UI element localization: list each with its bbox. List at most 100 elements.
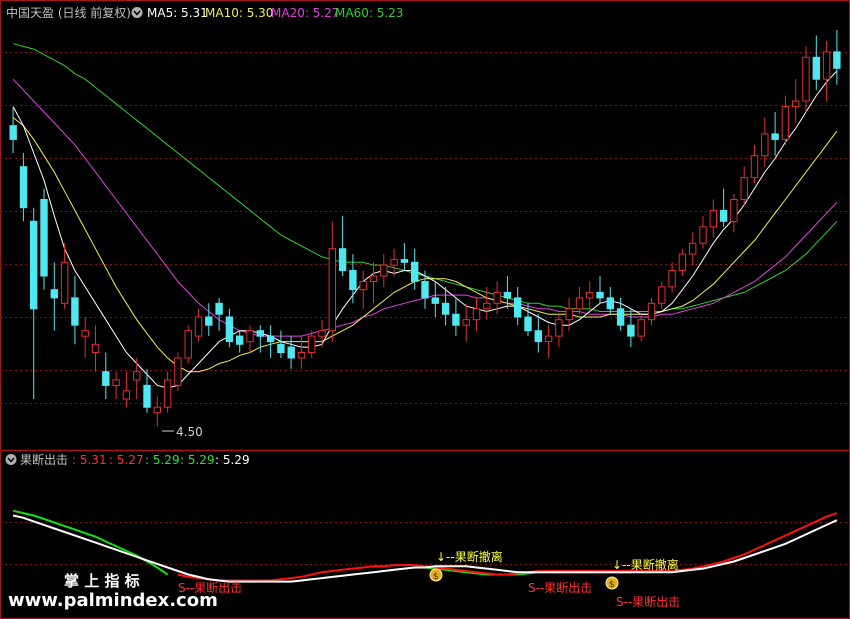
candle (174, 352, 182, 391)
ma10-value: MA10: 5.30 (205, 6, 273, 20)
candle-body (390, 259, 398, 266)
candle-body (524, 316, 532, 332)
candle (771, 112, 779, 156)
candle (678, 248, 687, 276)
candle-body (81, 330, 89, 337)
svg-text:掌 上 指 标: 掌 上 指 标 (64, 572, 140, 590)
candle-body (349, 270, 357, 291)
candle-body (163, 379, 172, 408)
candle-body (771, 133, 779, 140)
candle-body (133, 371, 141, 381)
candle (349, 254, 357, 304)
candles (9, 30, 841, 427)
candle-body (318, 330, 326, 337)
candle-body (699, 226, 707, 244)
candle (689, 232, 697, 266)
candle (462, 303, 470, 342)
candle-body (30, 220, 38, 310)
candle-body (400, 259, 409, 263)
candle (297, 336, 306, 369)
candle-body (277, 343, 285, 353)
sub-header: 果断出击 : 5.31 : 5.27 : 5.29 : 5.29 : 5.29 (5, 452, 250, 467)
candle (277, 330, 285, 358)
candle-body (91, 343, 100, 353)
candle-body (256, 330, 265, 337)
candle-body (328, 248, 337, 332)
candle (565, 297, 573, 331)
candle-body (606, 297, 614, 310)
candle-body (246, 330, 254, 343)
ma60-value: MA60: 5.23 (335, 6, 403, 20)
candle-body (689, 242, 697, 255)
candle-body (668, 270, 676, 288)
candle-body (709, 209, 717, 228)
candle-body (740, 177, 748, 201)
candle (122, 371, 131, 408)
candle (359, 270, 367, 309)
candle-body (462, 319, 470, 326)
candle (647, 297, 656, 326)
candle-body (431, 297, 440, 304)
candle-body (194, 316, 203, 337)
candle (802, 46, 810, 112)
candle-body (380, 264, 388, 277)
candle-body (586, 291, 594, 299)
candle-body (338, 248, 347, 272)
money-bag-icon: $ (429, 568, 443, 582)
candle (308, 330, 316, 358)
candle (411, 248, 419, 290)
candle (658, 281, 666, 309)
candle-body (308, 335, 316, 354)
candle (266, 325, 275, 358)
candle-body (833, 51, 841, 69)
sub-grid (0, 522, 850, 565)
svg-text:$: $ (433, 572, 439, 582)
signal-attack-1: S--果断出击 (528, 580, 592, 595)
candle-body (822, 51, 831, 80)
candle-body (143, 384, 151, 408)
candle-body (472, 308, 481, 321)
candle (575, 286, 584, 315)
candle (606, 286, 614, 315)
candle (709, 199, 717, 238)
candle (338, 215, 347, 276)
candle (133, 358, 141, 399)
chevron-down-icon[interactable] (5, 454, 17, 465)
sub-indicator-lines (12, 509, 838, 583)
ma10-line (12, 117, 838, 373)
candle-body (565, 308, 573, 321)
candle-body (297, 352, 306, 359)
candle (596, 276, 604, 304)
candle-body (637, 319, 645, 337)
signal-attack-2: S--果断出击 (616, 594, 680, 609)
candle (71, 276, 79, 345)
candle (205, 303, 213, 337)
svg-text:www.palmindex.com: www.palmindex.com (8, 590, 218, 611)
candle-body (19, 166, 28, 209)
candle-body (369, 275, 378, 282)
svg-text:↓--果断撤离: ↓--果断撤离 (436, 549, 503, 564)
candle (730, 194, 738, 233)
candle-body (575, 297, 584, 310)
candle (781, 95, 790, 145)
money-bag-icon: $ (605, 576, 619, 590)
candle-body (174, 357, 182, 386)
candle (50, 262, 58, 331)
watermark: 掌 上 指 标 www.palmindex.com (8, 572, 218, 611)
candle (719, 188, 728, 227)
candle (215, 297, 223, 331)
candle-body (616, 308, 625, 326)
candle-body (544, 335, 553, 343)
main-header: 中国天盈 (日线 前复权) MA5: 5.31 MA10: 5.30 MA20:… (6, 5, 403, 20)
chevron-down-icon[interactable] (131, 7, 143, 18)
sub-title: 果断出击 (20, 452, 68, 467)
candle-body (359, 281, 367, 291)
candle-body (153, 406, 162, 414)
candle (750, 144, 759, 184)
candle (452, 297, 460, 337)
candle-body (50, 289, 58, 299)
candle (699, 215, 707, 249)
candle (514, 286, 522, 326)
signal-retreat-2: ↓--果断撤离 $ (605, 557, 679, 590)
candle-body (225, 316, 234, 343)
